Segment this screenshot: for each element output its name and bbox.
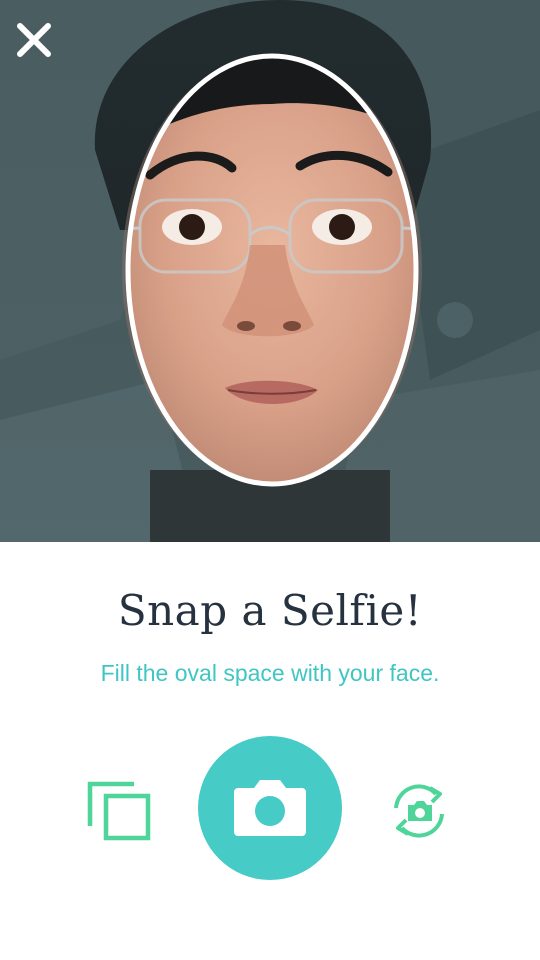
selfie-screen: Snap a Selfie! Fill the oval space with … — [0, 0, 540, 960]
camera-icon — [234, 780, 306, 836]
capture-button[interactable] — [198, 736, 342, 880]
camera-preview — [0, 0, 540, 542]
gallery-button[interactable] — [86, 780, 156, 842]
instruction-text: Fill the oval space with your face. — [100, 660, 440, 686]
gallery-icon — [87, 781, 151, 841]
flip-camera-button[interactable] — [384, 778, 454, 844]
selfie-instructions-panel: Snap a Selfie! Fill the oval space with … — [0, 542, 540, 960]
camera-viewfinder — [0, 0, 540, 542]
close-icon — [17, 23, 51, 57]
flip-camera-icon — [394, 784, 444, 838]
close-button[interactable] — [12, 18, 56, 62]
page-title: Snap a Selfie! — [117, 586, 423, 635]
